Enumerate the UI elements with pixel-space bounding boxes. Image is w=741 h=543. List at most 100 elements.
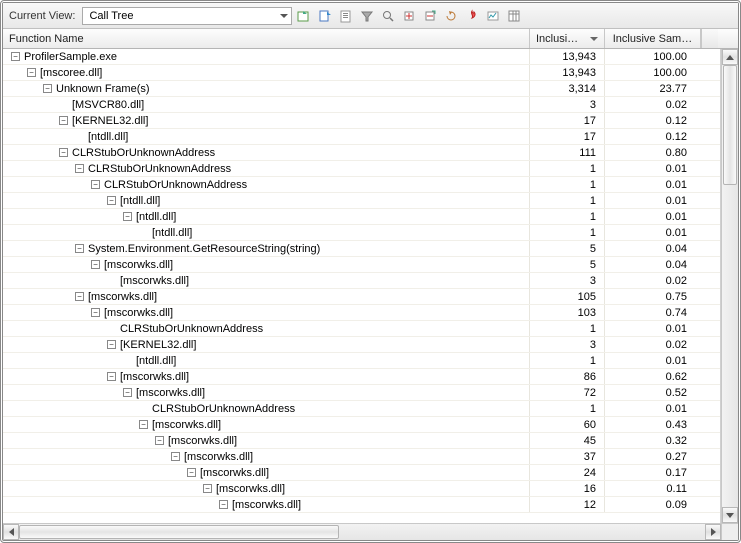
- cell-inclusive: 17: [530, 113, 605, 128]
- table-row[interactable]: −[KERNEL32.dll]170.12: [3, 113, 720, 129]
- collapse-toggle[interactable]: −: [219, 500, 228, 509]
- table-row[interactable]: −CLRStubOrUnknownAddress1110.80: [3, 145, 720, 161]
- cell-inclusive: 5: [530, 241, 605, 256]
- table-row[interactable]: [ntdll.dll]10.01: [3, 225, 720, 241]
- collapse-toggle[interactable]: −: [139, 420, 148, 429]
- cell-inclusive-pct: 0.02: [605, 337, 701, 352]
- vscroll-thumb[interactable]: [723, 65, 737, 185]
- report-icon[interactable]: [337, 7, 355, 25]
- collapse-toggle[interactable]: −: [59, 148, 68, 157]
- cell-function-name: −[KERNEL32.dll]: [3, 113, 530, 128]
- table-row[interactable]: −[KERNEL32.dll]30.02: [3, 337, 720, 353]
- table-row[interactable]: −ProfilerSample.exe13,943100.00: [3, 49, 720, 65]
- cell-function-name: −[mscorwks.dll]: [3, 257, 530, 272]
- header-function-name[interactable]: Function Name: [3, 29, 530, 48]
- collapse-toggle[interactable]: −: [11, 52, 20, 61]
- reduce-noise-icon[interactable]: [484, 7, 502, 25]
- table-row[interactable]: [mscorwks.dll]30.02: [3, 273, 720, 289]
- scroll-corner: [721, 523, 738, 540]
- cell-function-name: −CLRStubOrUnknownAddress: [3, 145, 530, 160]
- table-row[interactable]: −CLRStubOrUnknownAddress10.01: [3, 161, 720, 177]
- hscroll-track[interactable]: [19, 524, 705, 540]
- table-row[interactable]: −[ntdll.dll]10.01: [3, 209, 720, 225]
- function-name-text: [KERNEL32.dll]: [72, 113, 148, 128]
- collapse-toggle[interactable]: −: [27, 68, 36, 77]
- arrow-down-icon: [726, 513, 734, 518]
- scroll-up-button[interactable]: [722, 49, 738, 65]
- cell-function-name: −[mscorwks.dll]: [3, 369, 530, 384]
- cell-inclusive: 1: [530, 161, 605, 176]
- table-row[interactable]: −[ntdll.dll]10.01: [3, 193, 720, 209]
- export-icon[interactable]: [316, 7, 334, 25]
- horizontal-scrollbar[interactable]: [3, 523, 721, 540]
- table-row[interactable]: −CLRStubOrUnknownAddress10.01: [3, 177, 720, 193]
- table-row[interactable]: −[mscorwks.dll]450.32: [3, 433, 720, 449]
- table-row[interactable]: −[mscoree.dll]13,943100.00: [3, 65, 720, 81]
- collapse-toggle[interactable]: −: [43, 84, 52, 93]
- header-inclusive[interactable]: Inclusi…: [530, 29, 605, 48]
- vscroll-track[interactable]: [722, 65, 738, 507]
- hscroll-thumb[interactable]: [19, 525, 339, 539]
- table-row[interactable]: −[mscorwks.dll]50.04: [3, 257, 720, 273]
- table-row[interactable]: −[mscorwks.dll]720.52: [3, 385, 720, 401]
- collapse-toggle[interactable]: −: [155, 436, 164, 445]
- table-row[interactable]: −System.Environment.GetResourceString(st…: [3, 241, 720, 257]
- collapse-toggle[interactable]: −: [107, 372, 116, 381]
- expand-icon[interactable]: [400, 7, 418, 25]
- scroll-left-button[interactable]: [3, 524, 19, 540]
- table-row[interactable]: [MSVCR80.dll]30.02: [3, 97, 720, 113]
- cell-function-name: −Unknown Frame(s): [3, 81, 530, 96]
- function-name-text: [mscorwks.dll]: [120, 273, 189, 288]
- table-row[interactable]: −[mscorwks.dll]860.62: [3, 369, 720, 385]
- collapse-toggle[interactable]: −: [123, 212, 132, 221]
- table-row[interactable]: CLRStubOrUnknownAddress10.01: [3, 401, 720, 417]
- cell-inclusive: 1: [530, 177, 605, 192]
- cell-inclusive: 13,943: [530, 49, 605, 64]
- columns-icon[interactable]: [505, 7, 523, 25]
- collapse-toggle[interactable]: −: [187, 468, 196, 477]
- table-row[interactable]: [ntdll.dll]170.12: [3, 129, 720, 145]
- collapse-toggle[interactable]: −: [91, 260, 100, 269]
- function-name-text: CLRStubOrUnknownAddress: [72, 145, 215, 160]
- search-icon[interactable]: [379, 7, 397, 25]
- filter-icon[interactable]: [358, 7, 376, 25]
- view-dropdown[interactable]: Call Tree: [82, 7, 292, 25]
- cell-function-name: CLRStubOrUnknownAddress: [3, 401, 530, 416]
- table-row[interactable]: −[mscorwks.dll]1030.74: [3, 305, 720, 321]
- collapse-toggle[interactable]: −: [123, 388, 132, 397]
- collapse-toggle[interactable]: −: [91, 180, 100, 189]
- vertical-scrollbar[interactable]: [721, 49, 738, 523]
- cell-function-name: −CLRStubOrUnknownAddress: [3, 177, 530, 192]
- cell-inclusive-pct: 0.43: [605, 417, 701, 432]
- scroll-right-button[interactable]: [705, 524, 721, 540]
- table-row[interactable]: −[mscorwks.dll]240.17: [3, 465, 720, 481]
- function-name-text: [mscorwks.dll]: [216, 481, 285, 496]
- import-icon[interactable]: [295, 7, 313, 25]
- table-row[interactable]: −Unknown Frame(s)3,31423.77: [3, 81, 720, 97]
- table-row[interactable]: −[mscorwks.dll]160.11: [3, 481, 720, 497]
- cell-inclusive: 3: [530, 337, 605, 352]
- table-row[interactable]: −[mscorwks.dll]600.43: [3, 417, 720, 433]
- collapse-toggle[interactable]: −: [75, 292, 84, 301]
- scroll-down-button[interactable]: [722, 507, 738, 523]
- header-inclusive-pct[interactable]: Inclusive Sam…: [605, 29, 701, 48]
- cell-inclusive: 24: [530, 465, 605, 480]
- hotpath-icon[interactable]: [463, 7, 481, 25]
- collapse-icon[interactable]: [421, 7, 439, 25]
- collapse-toggle[interactable]: −: [203, 484, 212, 493]
- collapse-toggle[interactable]: −: [75, 244, 84, 253]
- collapse-toggle[interactable]: −: [75, 164, 84, 173]
- header-gutter: [701, 29, 718, 48]
- table-row[interactable]: [ntdll.dll]10.01: [3, 353, 720, 369]
- table-row[interactable]: −[mscorwks.dll]120.09: [3, 497, 720, 513]
- table-row[interactable]: CLRStubOrUnknownAddress10.01: [3, 321, 720, 337]
- table-row[interactable]: −[mscorwks.dll]1050.75: [3, 289, 720, 305]
- collapse-toggle[interactable]: −: [171, 452, 180, 461]
- collapse-toggle[interactable]: −: [107, 340, 116, 349]
- collapse-toggle[interactable]: −: [59, 116, 68, 125]
- refresh-icon[interactable]: [442, 7, 460, 25]
- collapse-toggle[interactable]: −: [91, 308, 100, 317]
- collapse-toggle[interactable]: −: [107, 196, 116, 205]
- function-name-text: [mscorwks.dll]: [168, 433, 237, 448]
- table-row[interactable]: −[mscorwks.dll]370.27: [3, 449, 720, 465]
